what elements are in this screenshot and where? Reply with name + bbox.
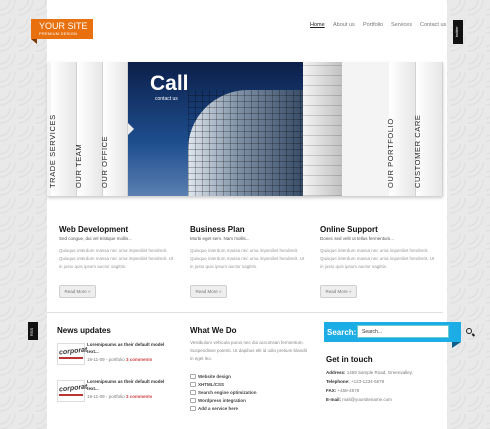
slider-tab-label: OUR PORTFOLIO	[386, 118, 395, 188]
what-we-do-text: Vestibulum vehicula purus nec dui accums…	[190, 340, 307, 361]
check-icon	[190, 398, 196, 403]
search-input[interactable]: Search...	[357, 325, 472, 338]
slider-tab-label: OUR OFFICE	[100, 135, 109, 188]
logo-fold	[31, 39, 37, 44]
logo-subtitle: PREMIUM DESIGN	[39, 31, 78, 36]
service-column: Business Plan Morbi eget sem. Nam mollis…	[190, 225, 305, 271]
thumbnail-text: corporat	[58, 383, 88, 394]
service-list-item: XHTML/CSS	[190, 382, 224, 387]
read-more-button[interactable]: Read More »	[59, 285, 96, 298]
service-item-label: Search engine optimization	[198, 390, 257, 395]
address-value: 1459 Sample Road, Greenvalley,	[346, 370, 413, 375]
column-title: Online Support	[320, 225, 378, 234]
contact-address: Address: 1459 Sample Road, Greenvalley,	[326, 370, 413, 375]
search-placeholder: Search...	[362, 329, 383, 335]
nav-home[interactable]: Home	[310, 22, 325, 28]
slider-tab-label: TRADE SERVICES	[48, 114, 57, 188]
service-list-item: Add a service here	[190, 406, 238, 411]
news-date: 19-11-09 - portfolio	[87, 357, 125, 362]
check-icon	[190, 390, 196, 395]
column-subtitle: Sed congue, dui vel tristique mollis...	[59, 236, 133, 241]
search-icon[interactable]	[466, 328, 472, 334]
slider-tab-label: OUR TEAM	[74, 143, 83, 188]
phone-label: Telephone:	[326, 379, 350, 384]
service-item-label: XHTML/CSS	[198, 382, 225, 387]
twitter-tab[interactable]: twitter	[453, 20, 463, 44]
news-comments[interactable]: 3 comments	[126, 357, 152, 362]
news-item[interactable]: corporat Loremipsums as their default mo…	[57, 341, 172, 371]
contact-email: E-mail: mail@yoursitename.com	[326, 397, 392, 402]
hero-tower	[303, 62, 342, 196]
email-value[interactable]: mail@yoursitename.com	[342, 397, 392, 402]
news-headline[interactable]: Loremipsums as their default model text.…	[87, 378, 169, 392]
hero-building	[188, 90, 318, 196]
column-body: Quisque interdum massa nec uma imperdiet…	[320, 248, 435, 269]
news-thumbnail[interactable]: corporat	[57, 380, 88, 402]
news-meta: 19-11-09 - portfolio 3 comments	[87, 357, 152, 362]
service-list-item: Search engine optimization	[190, 390, 257, 395]
search-box: Search: Search...	[324, 322, 472, 348]
service-list-item: Website design	[190, 374, 231, 379]
column-title: Business Plan	[190, 225, 245, 234]
service-item-label: Wordpress integration	[198, 398, 246, 403]
section-divider	[47, 312, 443, 313]
news-item[interactable]: corporat Loremipsums as their default mo…	[57, 378, 172, 408]
logo-title: YOUR SITE	[39, 21, 88, 31]
site-logo[interactable]: YOUR SITE PREMIUM DESIGN	[31, 19, 93, 44]
hero-subtitle: contact us	[155, 96, 178, 102]
slider-tab-label: CUSTOMER CARE	[413, 114, 422, 188]
nav-contact-us[interactable]: Contact us	[420, 22, 446, 28]
fax-value: +458-4578	[337, 388, 360, 393]
nav-about-us[interactable]: About us	[333, 22, 355, 28]
slider-tab-our-portfolio[interactable]: OUR PORTFOLIO	[386, 62, 416, 196]
twitter-label: twitter	[454, 26, 459, 37]
what-we-do-title: What We Do	[190, 326, 237, 335]
read-more-button[interactable]: Read More »	[190, 285, 227, 298]
news-meta: 19-11-09 - portfolio 3 comments	[87, 394, 152, 399]
read-more-button[interactable]: Read More »	[320, 285, 357, 298]
thumbnail-text: corporat	[58, 346, 88, 357]
hero-image: Call contact us	[128, 62, 342, 196]
slider-tab-our-office[interactable]: OUR OFFICE	[100, 62, 128, 196]
search-label: Search:	[327, 328, 357, 337]
column-subtitle: Morbi eget sem. Nam mollis...	[190, 236, 250, 241]
column-body: Quisque interdum massa nec uma imperdiet…	[59, 248, 174, 269]
service-column: Web Development Sed congue, dui vel tris…	[59, 225, 174, 271]
column-subtitle: Donec sed velit ut tellus fermentum...	[320, 236, 395, 241]
news-title: News updates	[57, 326, 111, 335]
fax-label: FAX:	[326, 388, 337, 393]
hero-pointer	[128, 123, 134, 135]
get-in-touch-title: Get in touch	[326, 355, 373, 364]
service-item-label: Website design	[198, 374, 231, 379]
search-fold	[452, 342, 461, 348]
check-icon	[190, 382, 196, 387]
phone-value: +123-1234-5678	[350, 379, 385, 384]
news-date: 19-11-09 - portfolio	[87, 394, 125, 399]
nav-portfolio[interactable]: Portfolio	[363, 22, 383, 28]
news-headline[interactable]: Loremipsums as their default model text.…	[87, 341, 169, 355]
rss-label: RSS	[29, 327, 34, 336]
service-item-label: Add a service here	[198, 406, 239, 411]
address-label: Address:	[326, 370, 346, 375]
check-icon	[190, 406, 196, 411]
column-title: Web Development	[59, 225, 129, 234]
news-thumbnail[interactable]: corporat	[57, 343, 88, 365]
contact-phone: Telephone: +123-1234-5678	[326, 379, 384, 384]
contact-fax: FAX: +458-4578	[326, 388, 359, 393]
hero-title: Call	[150, 72, 189, 95]
service-column: Online Support Donec sed velit ut tellus…	[320, 225, 435, 271]
rss-tab[interactable]: RSS	[28, 322, 38, 340]
service-list-item: Wordpress integration	[190, 398, 246, 403]
column-body: Quisque interdum massa nec uma imperdiet…	[190, 248, 305, 269]
nav-services[interactable]: Services	[391, 22, 412, 28]
news-comments[interactable]: 3 comments	[126, 394, 152, 399]
email-label: E-mail:	[326, 397, 342, 402]
slider-tab-customer-care[interactable]: CUSTOMER CARE	[413, 62, 443, 196]
check-icon	[190, 374, 196, 379]
